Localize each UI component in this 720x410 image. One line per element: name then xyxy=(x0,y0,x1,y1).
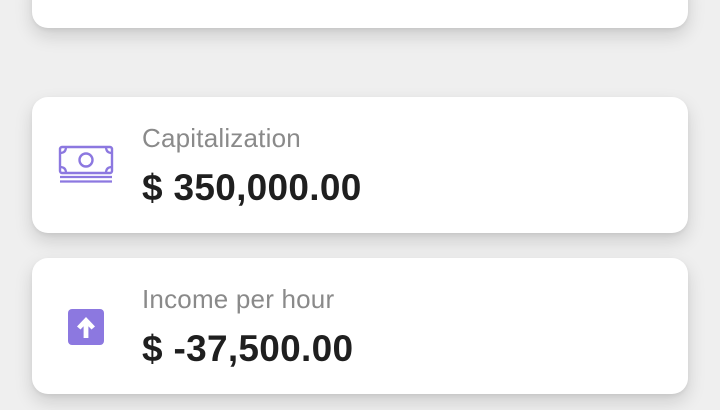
income-per-hour-value: $ -37,500.00 xyxy=(142,328,354,369)
capitalization-card: Capitalization $ 350,000.00 xyxy=(32,97,688,233)
previous-card xyxy=(32,0,688,28)
capitalization-value: $ 350,000.00 xyxy=(142,167,362,208)
arrow-up-icon xyxy=(66,307,106,347)
income-per-hour-label: Income per hour xyxy=(142,284,335,314)
capitalization-label: Capitalization xyxy=(142,123,301,153)
income-per-hour-card: Income per hour $ -37,500.00 xyxy=(32,258,688,394)
money-bill-icon xyxy=(58,145,114,185)
